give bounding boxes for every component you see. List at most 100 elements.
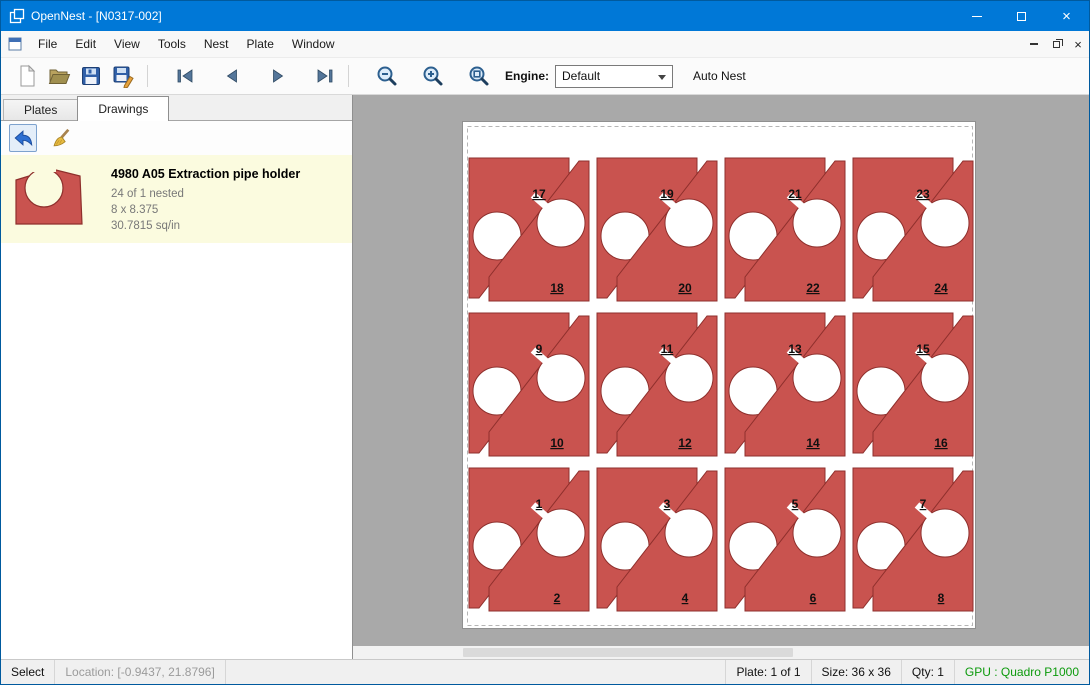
- zoom-in-icon: [421, 64, 445, 88]
- zoom-out-button[interactable]: [371, 61, 403, 91]
- nested-part-pair[interactable]: 12: [469, 468, 589, 611]
- part-number-label: 6: [810, 591, 817, 605]
- blue-arrow-icon: [12, 127, 34, 149]
- status-qty: Qty: 1: [901, 660, 954, 684]
- drawing-item-size: 8 x 8.375: [111, 202, 300, 218]
- save-edit-button[interactable]: [107, 61, 139, 91]
- part-number-label: 9: [536, 342, 543, 356]
- nested-part-pair[interactable]: 1516: [853, 313, 973, 456]
- auto-nest-button[interactable]: Auto Nest: [693, 69, 746, 83]
- nest-canvas[interactable]: 171819202122232491011121314151612345678: [353, 95, 1089, 646]
- zoom-fit-button[interactable]: [463, 61, 495, 91]
- panel-footer-spacer: [1, 646, 353, 659]
- part-number-label: 14: [806, 436, 820, 450]
- mdi-minimize-button[interactable]: [1023, 31, 1045, 57]
- part-number-label: 24: [934, 281, 948, 295]
- scrollbar-thumb[interactable]: [463, 648, 793, 657]
- drawings-panel: 4980 A05 Extraction pipe holder 24 of 1 …: [1, 121, 352, 646]
- menu-items: FileEditViewToolsNestPlateWindow: [29, 31, 344, 57]
- part-number-label: 3: [664, 497, 671, 511]
- nested-part-pair[interactable]: 2122: [725, 158, 845, 301]
- part-number-label: 20: [678, 281, 692, 295]
- last-arrow-icon: [313, 65, 335, 87]
- menu-item-plate[interactable]: Plate: [238, 31, 283, 57]
- toolbar-separator: [147, 65, 148, 87]
- menu-item-tools[interactable]: Tools: [149, 31, 195, 57]
- minimize-icon: [972, 16, 982, 17]
- close-button[interactable]: ×: [1044, 1, 1089, 31]
- nested-part-pair[interactable]: 1920: [597, 158, 717, 301]
- part-number-label: 10: [550, 436, 564, 450]
- part-number-label: 19: [660, 187, 674, 201]
- save-edit-icon: [111, 64, 135, 88]
- zoom-in-button[interactable]: [417, 61, 449, 91]
- mdi-restore-button[interactable]: [1045, 31, 1067, 57]
- nested-part-pair[interactable]: 1112: [597, 313, 717, 456]
- app-window: OpenNest - [N0317-002] × FileEditViewToo…: [0, 0, 1090, 685]
- zoom-fit-icon: [467, 64, 491, 88]
- first-plate-button[interactable]: [170, 61, 202, 91]
- minimize-icon: [1030, 43, 1038, 45]
- nested-part-pair[interactable]: 1718: [469, 158, 589, 301]
- horizontal-scrollbar[interactable]: [353, 646, 1089, 659]
- clear-button[interactable]: [47, 124, 75, 152]
- status-mode: Select: [1, 660, 55, 684]
- new-button[interactable]: [11, 61, 43, 91]
- nest-plate[interactable]: 171819202122232491011121314151612345678: [462, 121, 976, 629]
- part-number-label: 23: [916, 187, 930, 201]
- minimize-button[interactable]: [954, 1, 999, 31]
- part-shape-icon: [12, 166, 88, 232]
- previous-arrow-icon: [221, 65, 243, 87]
- drawing-item-area: 30.7815 sq/in: [111, 218, 300, 234]
- nested-part-pair[interactable]: 78: [853, 468, 973, 611]
- save-button[interactable]: [75, 61, 107, 91]
- status-location: Location: [-0.9437, 21.8796]: [55, 660, 225, 684]
- toolbar-separator: [348, 65, 349, 87]
- drawing-item-nested-count: 24 of 1 nested: [111, 186, 300, 202]
- app-icon: [9, 8, 25, 24]
- broom-icon: [50, 127, 72, 149]
- menu-item-view[interactable]: View: [105, 31, 149, 57]
- tab-drawings[interactable]: Drawings: [77, 96, 169, 121]
- maximize-button[interactable]: [999, 1, 1044, 31]
- restore-icon: [1053, 41, 1060, 48]
- menu-item-nest[interactable]: Nest: [195, 31, 238, 57]
- nested-part-pair[interactable]: 9 10: [469, 313, 589, 456]
- menu-item-window[interactable]: Window: [283, 31, 344, 57]
- menu-item-edit[interactable]: Edit: [66, 31, 105, 57]
- mdi-close-button[interactable]: ×: [1067, 31, 1089, 57]
- part-number-label: 4: [682, 591, 689, 605]
- status-gpu: GPU : Quadro P1000: [954, 660, 1089, 684]
- window-title: OpenNest - [N0317-002]: [31, 9, 162, 23]
- engine-select[interactable]: Default: [555, 65, 673, 88]
- part-number-label: 12: [678, 436, 692, 450]
- chevron-down-icon: [658, 75, 666, 80]
- part-number-label: 1: [536, 497, 543, 511]
- menu-item-file[interactable]: File: [29, 31, 66, 57]
- nested-part-pair[interactable]: 1314: [725, 313, 845, 456]
- drawing-item-title: 4980 A05 Extraction pipe holder: [111, 167, 300, 181]
- part-number-label: 7: [920, 497, 927, 511]
- drawings-toolbar: [1, 121, 352, 155]
- zoom-out-icon: [375, 64, 399, 88]
- status-size: Size: 36 x 36: [811, 660, 901, 684]
- part-number-label: 15: [916, 342, 930, 356]
- tab-plates[interactable]: Plates: [3, 99, 78, 120]
- menubar: FileEditViewToolsNestPlateWindow ×: [1, 31, 1089, 58]
- next-plate-button[interactable]: [262, 61, 294, 91]
- last-plate-button[interactable]: [308, 61, 340, 91]
- drawing-list-item[interactable]: 4980 A05 Extraction pipe holder 24 of 1 …: [1, 155, 352, 243]
- nested-part-pair[interactable]: 23 24: [853, 158, 973, 301]
- part-number-label: 8: [938, 591, 945, 605]
- engine-selected-value: Default: [562, 69, 600, 83]
- nested-part-pair[interactable]: 56: [725, 468, 845, 611]
- previous-plate-button[interactable]: [216, 61, 248, 91]
- titlebar: OpenNest - [N0317-002] ×: [1, 1, 1089, 31]
- nested-part-pair[interactable]: 34: [597, 468, 717, 611]
- new-document-icon: [15, 64, 39, 88]
- part-thumbnail: [9, 163, 91, 235]
- open-button[interactable]: [43, 61, 75, 91]
- send-to-nest-button[interactable]: [9, 124, 37, 152]
- next-arrow-icon: [267, 65, 289, 87]
- document-icon[interactable]: [7, 36, 23, 52]
